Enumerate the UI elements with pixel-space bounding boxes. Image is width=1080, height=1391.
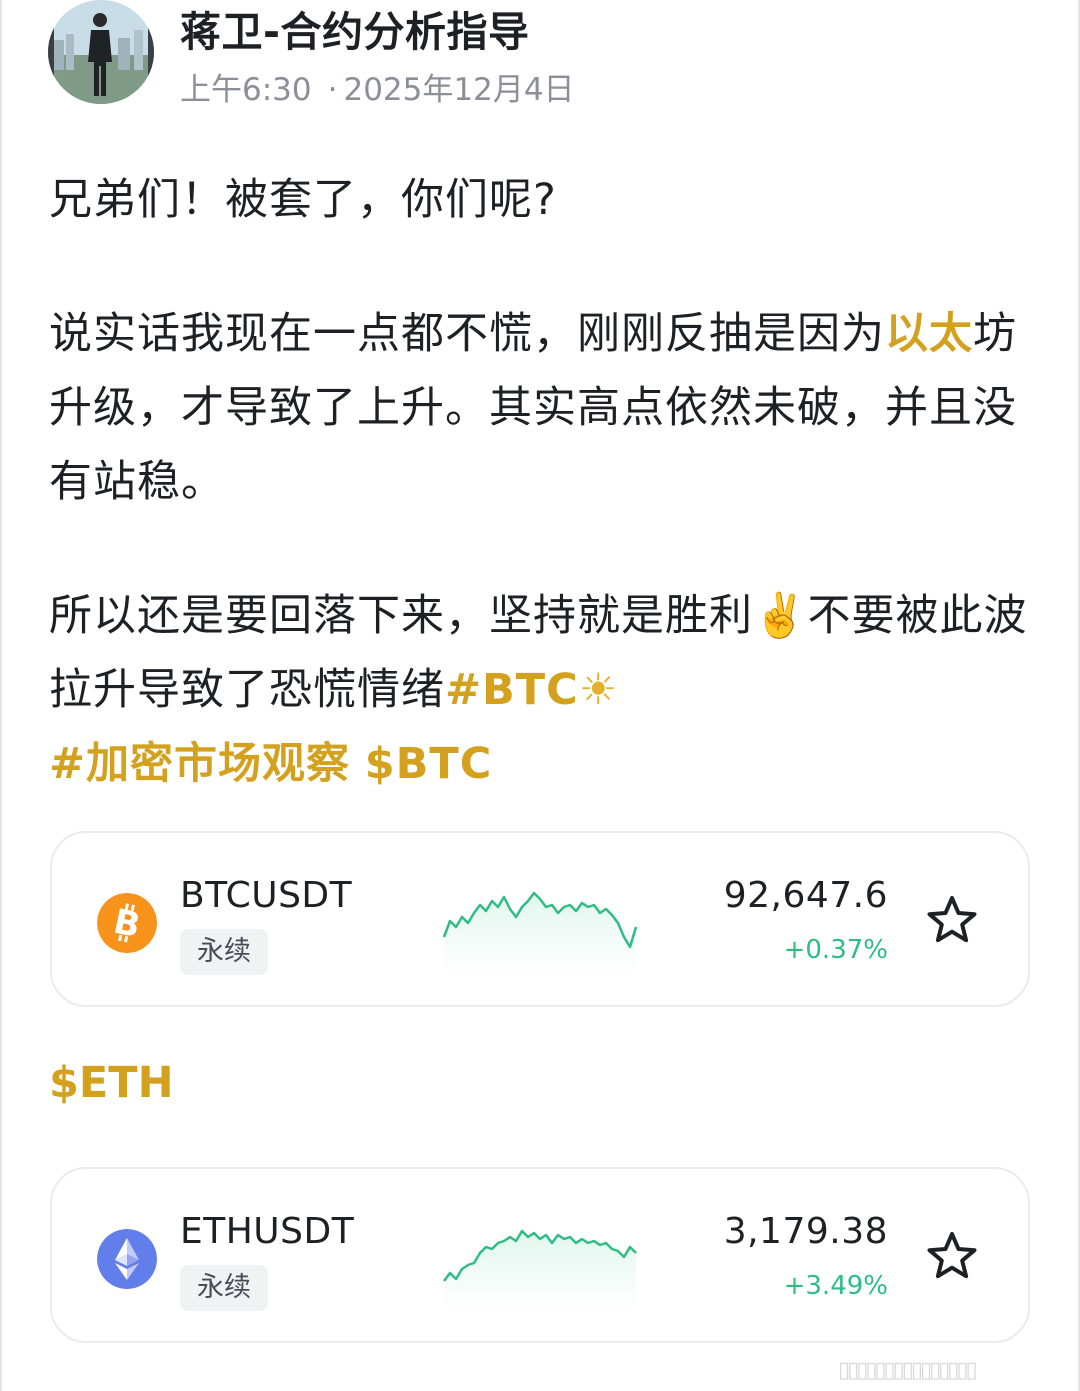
post-time: 上午6:30 (180, 72, 312, 108)
ticker-symbol: ETHUSDT (180, 1211, 355, 1252)
sparkline-chart (443, 1229, 637, 1309)
perpetual-badge: 永续 (180, 1265, 268, 1311)
paragraph-3-text-a: 所以还是要回落下来，坚持就是胜利 (49, 591, 753, 641)
paragraph-1: 兄弟们！被套了，你们呢? (49, 175, 557, 225)
post-meta: 上午6:30 · 2025年12月4日 (180, 64, 575, 109)
sun-icon: ☀ (578, 665, 619, 715)
ticker-change: +0.37% (783, 935, 888, 965)
frame-border-left (0, 0, 2, 1391)
bitcoin-icon: B (97, 893, 157, 953)
paragraph-2: 说实话我现在一点都不慌，刚刚反抽是因为以太坊升级，才导致了上升。其实高点依然未破… (49, 297, 1039, 519)
star-outline-icon[interactable] (924, 893, 980, 949)
avatar-photo (48, 0, 154, 104)
ticker-card-btc[interactable]: B BTCUSDT 永续 92,647.6 +0.37% (50, 831, 1030, 1007)
star-outline-icon[interactable] (924, 1229, 980, 1285)
hashtag-btc[interactable]: #BTC (445, 665, 579, 715)
highlight-ethereum: 以太 (885, 309, 973, 359)
ticker-price: 3,179.38 (723, 1211, 888, 1252)
cashtag-btc[interactable]: $BTC (365, 739, 493, 789)
hashtag-crypto-market[interactable]: #加密市场观察 (49, 739, 350, 789)
author-name[interactable]: 蒋卫-合约分析指导 (180, 0, 530, 58)
ticker-card-eth[interactable]: ETHUSDT 永续 3,179.38 +3.49% (50, 1167, 1030, 1343)
perpetual-badge: 永续 (180, 929, 268, 975)
ticker-symbol: BTCUSDT (180, 875, 353, 916)
ticker-price: 92,647.6 (723, 875, 888, 916)
victory-hand-icon: ✌️ (753, 591, 808, 641)
sparkline-chart (442, 891, 638, 973)
paragraph-3: 所以还是要回落下来，坚持就是胜利✌️不要被此波拉升导致了恐慌情绪#BTC☀ #加密… (49, 579, 1039, 801)
watermark: ▯▯▯▯▯▯▯▯▯▯▯▯▯▯▯ (838, 1358, 978, 1383)
ticker-change: +3.49% (783, 1271, 888, 1301)
paragraph-2-text-a: 说实话我现在一点都不慌，刚刚反抽是因为 (49, 309, 885, 359)
post-body: 兄弟们！被套了，你们呢? 说实话我现在一点都不慌，刚刚反抽是因为以太坊升级，才导… (49, 163, 1039, 801)
author-avatar[interactable] (48, 0, 154, 104)
post-date: 2025年12月4日 (343, 72, 575, 108)
ethereum-icon (97, 1229, 157, 1289)
meta-separator: · (327, 72, 338, 108)
cashtag-eth[interactable]: $ETH (49, 1058, 174, 1108)
